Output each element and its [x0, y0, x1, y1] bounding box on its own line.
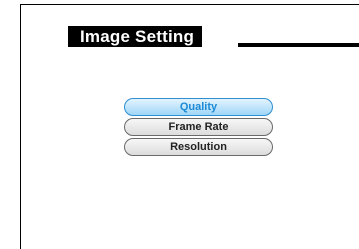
image-setting-menu: Quality Frame Rate Resolution	[124, 98, 273, 158]
resolution-button[interactable]: Resolution	[124, 138, 273, 156]
frame-rate-button[interactable]: Frame Rate	[124, 118, 273, 136]
page-title: Image Setting	[68, 26, 203, 47]
quality-button[interactable]: Quality	[124, 98, 273, 116]
title-underline	[238, 43, 359, 47]
